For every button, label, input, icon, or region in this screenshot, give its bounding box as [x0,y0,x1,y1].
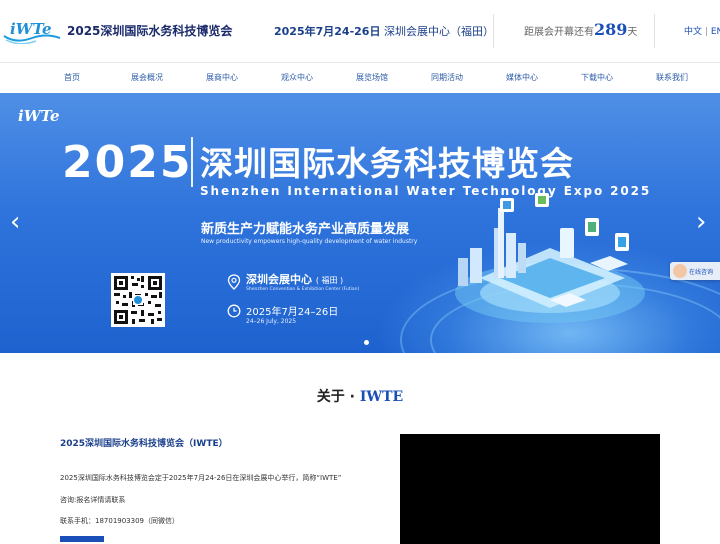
nav-item-venue[interactable]: 展览场馆 [356,72,388,83]
about-section-title: 关于 · IWTE [0,386,720,406]
svg-text:iWTe: iWTe [10,20,52,38]
divider [493,14,494,48]
banner-date: 2025年7月24–26日 [246,307,339,318]
about-phone: 联系手机：18701903309（同微信） [60,517,179,525]
banner-title: 深圳国际水务科技博览会 [200,144,574,183]
divider [654,14,655,48]
banner-date-en: 24–26 July, 2025 [246,318,297,325]
about-heading: 2025深圳国际水务科技博览会（IWTE） [60,439,228,449]
nav-item-exhibitors[interactable]: 展商中心 [206,72,238,83]
qr-code [111,273,165,327]
banner-theme-en: New productivity empowers high-quality d… [201,238,418,245]
event-date: 2025年7月24-26日 [274,25,381,38]
online-consult-label: 在线咨询 [689,269,714,276]
banner-venue-note: ( 福田 ) [315,276,344,285]
promo-video-player[interactable] [400,434,660,544]
banner-next-arrow[interactable]: › [696,209,706,235]
banner-prev-arrow[interactable]: ‹ [10,209,20,235]
event-location: 深圳会展中心（福田） [383,25,494,38]
site-title: 2025深圳国际水务科技博览会 [67,24,233,38]
about-paragraph: 2025深圳国际水务科技博览会定于2025年7月24-26日在深圳会展中心举行，… [60,474,342,482]
agent-avatar [673,264,687,278]
about-title-zh: 关于 · [316,389,360,405]
banner-venue-name: 深圳会展中心 [246,273,312,286]
lang-separator: | [704,27,708,37]
nav-item-overview[interactable]: 展会概况 [131,72,163,83]
location-pin-icon [227,274,241,290]
language-switch: 中文 | EN [684,24,720,37]
banner-venue: 深圳会展中心 ( 福田 ) [246,271,343,287]
iwte-logo[interactable]: iWTe [2,14,62,44]
banner-venue-en: Shenzhen Convention & Exhibition Center … [246,287,360,292]
nav-item-events[interactable]: 同期活动 [431,72,463,83]
nav-item-visitors[interactable]: 观众中心 [281,72,313,83]
city-water-illustration [455,193,645,323]
nav-item-downloads[interactable]: 下载中心 [581,72,613,83]
lang-en-link[interactable]: EN [711,27,720,37]
countdown-prefix: 距展会开幕还有 [524,27,594,38]
clock-icon [227,304,241,318]
carousel-dot[interactable] [364,340,369,345]
hero-banner[interactable]: iWTe 2025 深圳国际水务科技博览会 Shenzhen Internati… [0,93,720,353]
countdown-days: 289 [594,20,628,39]
about-consult: 咨询:报名详情请联系 [60,496,126,504]
about-title-en: IWTE [359,389,404,405]
nav-item-home[interactable]: 首页 [64,72,80,83]
site-header: iWTe 2025深圳国际水务科技博览会 2025年7月24-26日 深圳会展中… [0,0,720,62]
banner-theme: 新质生产力赋能水务产业高质量发展 [201,222,410,237]
banner-divider [191,137,193,187]
countdown-suffix: 天 [627,27,638,38]
banner-year: 2025 [62,137,193,188]
lang-zh-link[interactable]: 中文 [684,27,702,37]
nav-item-media[interactable]: 媒体中心 [506,72,538,83]
about-more-button[interactable] [60,536,104,542]
event-date-location: 2025年7月24-26日 深圳会展中心（福田） [274,23,494,39]
countdown: 距展会开幕还有289天 [524,20,637,39]
banner-logo: iWTe [18,107,60,125]
nav-item-contact[interactable]: 联系我们 [656,72,688,83]
main-nav: 首页 展会概况 展商中心 观众中心 展览场馆 同期活动 媒体中心 下载中心 联系… [0,62,720,94]
online-consult-button[interactable]: 在线咨询 [670,262,720,280]
